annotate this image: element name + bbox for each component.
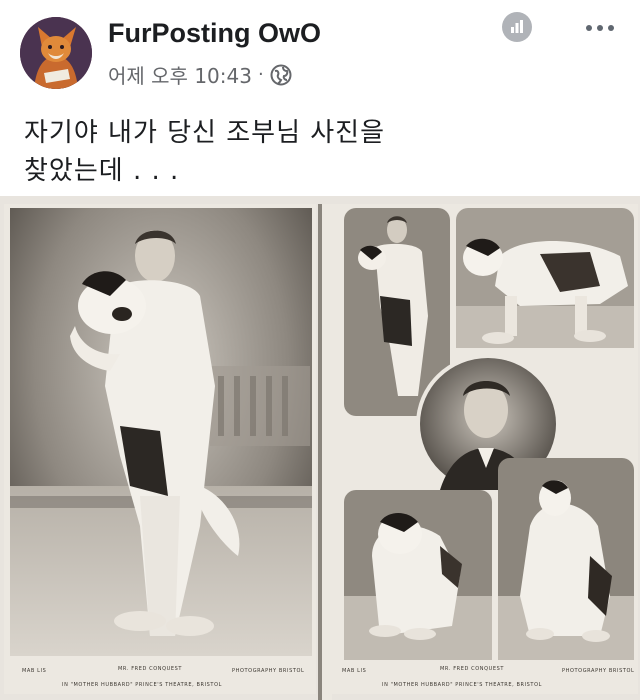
- vintage-postcards-image: MAB LIS MR. FRED CONQUEST PHOTOGRAPHY BR…: [0, 196, 640, 700]
- left-caption-right: PHOTOGRAPHY BRISTOL: [232, 668, 304, 674]
- right-caption-left: MAB LIS: [342, 668, 366, 674]
- post-meta: 어제 오후 10:43 ·: [108, 60, 292, 89]
- more-options-button[interactable]: [580, 16, 620, 40]
- post-text-line: 찾았는데 . . .: [24, 156, 180, 186]
- insights-button[interactable]: [502, 12, 532, 42]
- left-caption-left: MAB LIS: [22, 668, 46, 674]
- right-caption-right: PHOTOGRAPHY BRISTOL: [562, 668, 634, 674]
- globe-icon[interactable]: [270, 64, 292, 86]
- fox-avatar-icon: [20, 17, 92, 89]
- left-postcard: MAB LIS MR. FRED CONQUEST PHOTOGRAPHY BR…: [4, 204, 316, 694]
- post-photo[interactable]: MAB LIS MR. FRED CONQUEST PHOTOGRAPHY BR…: [0, 196, 640, 700]
- bar-chart-icon: [511, 20, 523, 33]
- post-timestamp[interactable]: 어제 오후 10:43: [108, 60, 252, 89]
- right-caption-sub: IN "MOTHER HUBBARD" PRINCE'S THEATRE, BR…: [382, 682, 542, 688]
- page-avatar[interactable]: [20, 17, 92, 89]
- post-header: FurPosting OwO 어제 오후 10:43 ·: [0, 0, 640, 100]
- more-dot: [608, 25, 614, 31]
- more-dot: [597, 25, 603, 31]
- page-name-link[interactable]: FurPosting OwO: [108, 18, 321, 49]
- left-caption-sub: IN "MOTHER HUBBARD" PRINCE'S THEATRE, BR…: [62, 682, 222, 688]
- post-text-line: 자기야 내가 당신 조부님 사진을: [24, 118, 386, 148]
- meta-separator: ·: [257, 64, 264, 85]
- post-text: 자기야 내가 당신 조부님 사진을 찾았는데 . . .: [24, 114, 624, 190]
- more-dot: [586, 25, 592, 31]
- left-caption-title: MR. FRED CONQUEST: [118, 666, 182, 672]
- right-caption-title: MR. FRED CONQUEST: [440, 666, 504, 672]
- right-postcard: MAB LIS MR. FRED CONQUEST PHOTOGRAPHY BR…: [332, 204, 638, 694]
